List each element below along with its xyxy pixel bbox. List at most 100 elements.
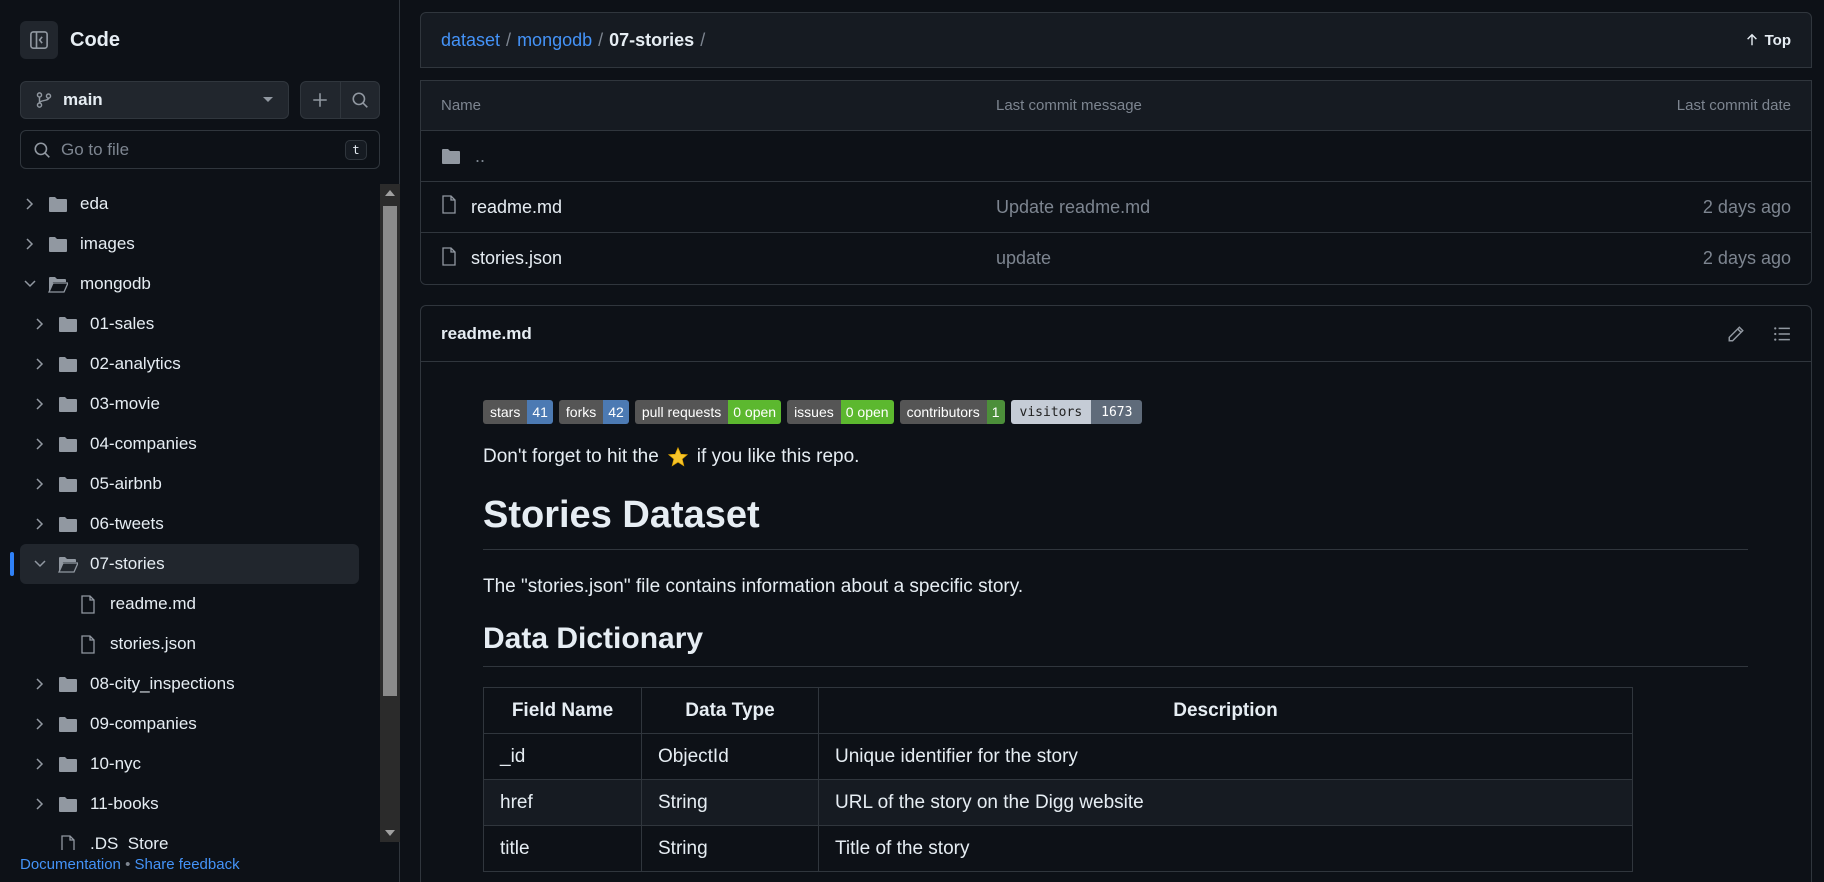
tree-item-label: 03-movie <box>90 394 160 413</box>
commit-message-link[interactable]: update <box>996 248 1703 269</box>
tree-item-label: 05-airbnb <box>90 474 162 493</box>
table-cell: href <box>483 779 642 826</box>
share-feedback-link[interactable]: Share feedback <box>135 856 240 873</box>
chevron-right-icon[interactable] <box>32 476 48 492</box>
chevron-right-icon[interactable] <box>32 516 48 532</box>
file-table-header: Name Last commit message Last commit dat… <box>421 81 1811 131</box>
table-cell: ObjectId <box>641 733 819 780</box>
tree-item-label: 02-analytics <box>90 354 181 373</box>
tree-item-label: mongodb <box>80 274 151 293</box>
readme-panel: readme.md stars 41 forks 42 pull requests 0 o… <box>420 305 1812 882</box>
tree-folder-05-airbnb[interactable]: 05-airbnb <box>0 464 376 504</box>
folder-icon <box>58 435 78 453</box>
branch-selector[interactable]: main <box>20 81 289 119</box>
badge-visitors[interactable]: visitors 1673 <box>1010 400 1143 424</box>
chevron-right-icon[interactable] <box>32 356 48 372</box>
file-row[interactable]: readme.md Update readme.md 2 days ago <box>421 182 1811 233</box>
file-link[interactable]: readme.md <box>471 197 562 218</box>
top-button[interactable]: Top <box>1745 32 1791 49</box>
readme-title[interactable]: readme.md <box>441 324 532 344</box>
chevron-right-icon[interactable] <box>32 676 48 692</box>
tree-folder-eda[interactable]: eda <box>0 184 376 224</box>
table-header-cell: Description <box>818 687 1633 734</box>
readme-heading: Stories Dataset <box>483 494 1748 550</box>
star-icon <box>667 446 688 467</box>
tree-folder-02-analytics[interactable]: 02-analytics <box>0 344 376 384</box>
outline-list-icon[interactable] <box>1773 325 1791 343</box>
documentation-link[interactable]: Documentation <box>20 856 121 873</box>
chevron-down-icon[interactable] <box>32 556 48 572</box>
plus-icon <box>313 93 327 107</box>
star-text-after: if you like this repo. <box>696 446 860 467</box>
tree-folder-04-companies[interactable]: 04-companies <box>0 424 376 464</box>
star-reminder: Don't forget to hit the if you like this… <box>483 446 1749 468</box>
badge-stars[interactable]: stars 41 <box>483 400 553 424</box>
chevron-right-icon[interactable] <box>32 396 48 412</box>
scrollbar-thumb[interactable] <box>383 206 397 696</box>
breadcrumb-mongodb[interactable]: mongodb <box>517 30 592 51</box>
tree-item-label: readme.md <box>110 594 196 613</box>
star-text-before: Don't forget to hit the <box>483 446 659 467</box>
parent-directory-row[interactable]: .. <box>421 131 1811 182</box>
tree-item-label: 06-tweets <box>90 514 164 533</box>
file-icon <box>58 834 78 850</box>
parent-directory-link[interactable]: .. <box>475 146 485 167</box>
chevron-right-icon[interactable] <box>32 716 48 732</box>
badge-forks[interactable]: forks 42 <box>558 400 629 424</box>
go-to-file-input[interactable]: Go to file t <box>20 130 380 169</box>
tree-folder-06-tweets[interactable]: 06-tweets <box>0 504 376 544</box>
table-cell: Title of the story <box>818 825 1633 872</box>
folder-icon <box>48 235 68 253</box>
badge-contributors[interactable]: contributors 1 <box>899 400 1005 424</box>
badge-value: 0 open <box>728 400 782 424</box>
breadcrumb-dataset[interactable]: dataset <box>441 30 500 51</box>
tree-file--ds-store[interactable]: .DS_Store <box>0 824 376 850</box>
commit-message-link[interactable]: Update readme.md <box>996 197 1703 218</box>
file-link[interactable]: stories.json <box>471 248 562 269</box>
tree-folder-08-city-inspections[interactable]: 08-city_inspections <box>0 664 376 704</box>
tree-folder-images[interactable]: images <box>0 224 376 264</box>
tree-folder-07-stories[interactable]: 07-stories <box>10 544 359 584</box>
folder-icon <box>58 755 78 773</box>
folder-icon <box>58 355 78 373</box>
main-content: dataset / mongodb / 07-stories / Top Nam… <box>420 12 1812 882</box>
collapse-sidebar-button[interactable] <box>20 21 58 59</box>
badge-value: 1673 <box>1091 400 1143 424</box>
tree-file-readme-md[interactable]: readme.md <box>0 584 376 624</box>
tree-item-label: 11-books <box>90 794 159 813</box>
tree-folder-09-companies[interactable]: 09-companies <box>0 704 376 744</box>
badge-issues[interactable]: issues 0 open <box>787 400 894 424</box>
chevron-right-icon[interactable] <box>32 796 48 812</box>
pencil-edit-icon[interactable] <box>1727 325 1745 343</box>
tree-item-label: 01-sales <box>90 314 155 333</box>
tree-scrollbar[interactable] <box>380 184 400 842</box>
tree-item-label: .DS_Store <box>90 834 169 850</box>
tree-folder-03-movie[interactable]: 03-movie <box>0 384 376 424</box>
chevron-down-icon[interactable] <box>22 276 38 292</box>
scroll-down-icon[interactable] <box>385 830 395 836</box>
file-tree: eda images mongodb 01-sales 02-analytics 03-m… <box>0 184 376 850</box>
folder-icon <box>58 475 78 493</box>
tree-file-stories-json[interactable]: stories.json <box>0 624 376 664</box>
badge-row: stars 41 forks 42 pull requests 0 open issues 0… <box>483 400 1749 424</box>
tree-folder-mongodb[interactable]: mongodb <box>0 264 376 304</box>
arrow-up-icon <box>1746 33 1757 46</box>
tree-folder-11-books[interactable]: 11-books <box>0 784 376 824</box>
footer-bullet: • <box>125 856 131 873</box>
chevron-right-icon[interactable] <box>22 236 38 252</box>
scroll-up-icon[interactable] <box>385 190 395 196</box>
tree-folder-10-nyc[interactable]: 10-nyc <box>0 744 376 784</box>
top-label: Top <box>1764 31 1791 49</box>
chevron-right-icon[interactable] <box>32 316 48 332</box>
badge-label: issues <box>787 400 841 424</box>
badge-pull-requests[interactable]: pull requests 0 open <box>634 400 782 424</box>
shortcut-key: t <box>345 139 367 160</box>
tree-folder-01-sales[interactable]: 01-sales <box>0 304 376 344</box>
chevron-right-icon[interactable] <box>32 436 48 452</box>
file-row[interactable]: stories.json update 2 days ago <box>421 233 1811 284</box>
add-file-button[interactable] <box>301 82 341 118</box>
chevron-right-icon[interactable] <box>22 196 38 212</box>
chevron-right-icon[interactable] <box>32 756 48 772</box>
search-code-button[interactable] <box>341 82 380 118</box>
